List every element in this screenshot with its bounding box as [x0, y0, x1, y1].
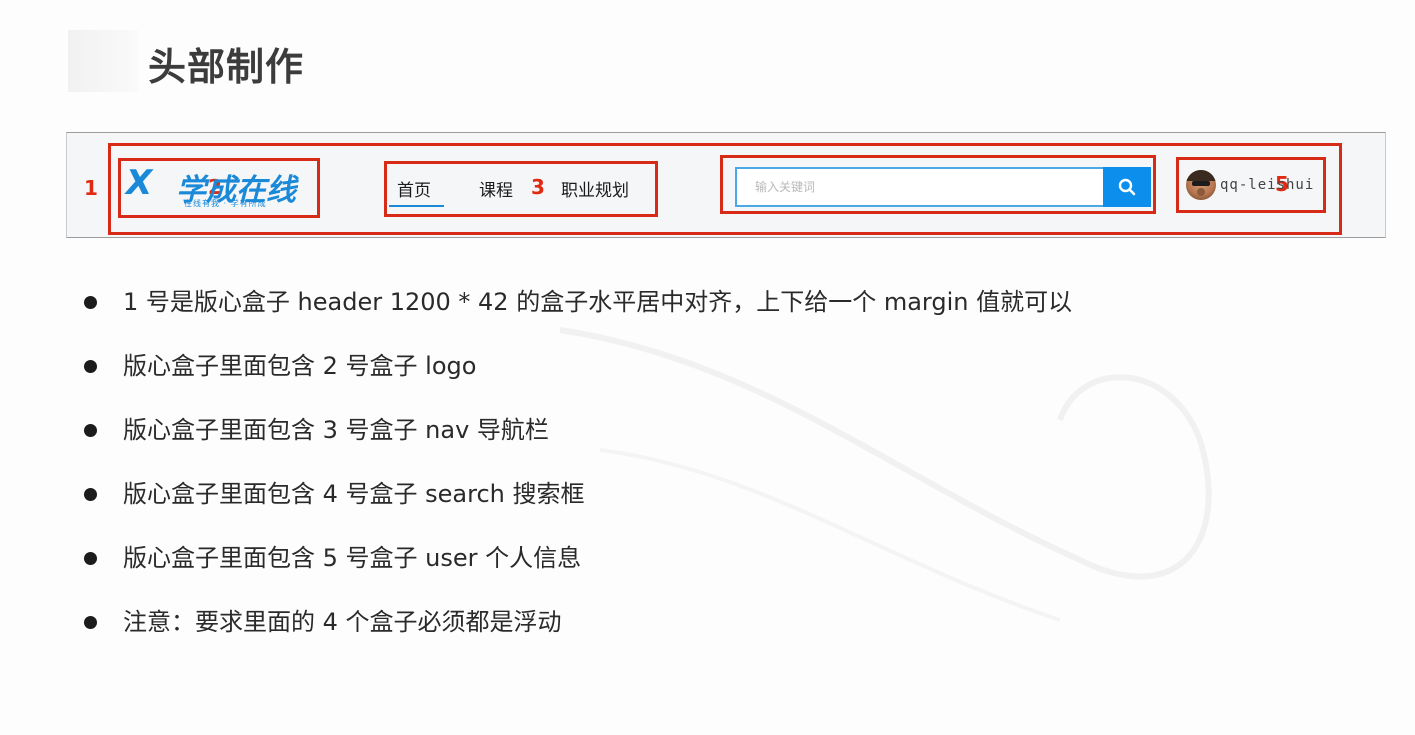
nav-item-career[interactable]: 职业规划 — [561, 176, 629, 201]
bullet-dot — [84, 296, 97, 309]
search-button[interactable] — [1103, 167, 1151, 207]
user-name[interactable]: qq-leishui — [1220, 177, 1314, 193]
bullet-text: 版心盒子里面包含 5 号盒子 user 个人信息 — [123, 544, 582, 572]
bullet-text: 注意：要求里面的 4 个盒子必须都是浮动 — [123, 608, 562, 636]
bullet-text: 版心盒子里面包含 4 号盒子 search 搜索框 — [123, 480, 585, 508]
nav-item-courses[interactable]: 课程 — [479, 176, 513, 201]
title-accent-block — [68, 30, 138, 92]
avatar[interactable] — [1186, 170, 1216, 200]
bullet-dot — [84, 488, 97, 501]
search-input[interactable]: 输入关键词 — [735, 167, 1103, 207]
list-item: 1 号是版心盒子 header 1200 * 42 的盒子水平居中对齐，上下给一… — [84, 282, 1072, 346]
bullet-text: 版心盒子里面包含 3 号盒子 nav 导航栏 — [123, 416, 549, 444]
list-item: 注意：要求里面的 4 个盒子必须都是浮动 — [84, 602, 1072, 666]
page-title: 头部制作 — [148, 45, 305, 89]
list-item: 版心盒子里面包含 2 号盒子 logo — [84, 346, 1072, 410]
label-1: 1 — [84, 176, 98, 200]
list-item: 版心盒子里面包含 3 号盒子 nav 导航栏 — [84, 410, 1072, 474]
bullet-text: 版心盒子里面包含 2 号盒子 logo — [123, 352, 477, 380]
logo[interactable]: X 学成在线 在线有我 · 学有所成 — [126, 161, 318, 213]
logo-slogan: 在线有我 · 学有所成 — [184, 199, 267, 208]
bullet-dot — [84, 552, 97, 565]
bullet-list: 1 号是版心盒子 header 1200 * 42 的盒子水平居中对齐，上下给一… — [84, 282, 1072, 666]
list-item: 版心盒子里面包含 4 号盒子 search 搜索框 — [84, 474, 1072, 538]
logo-mark: X — [126, 163, 153, 203]
label-3: 3 — [531, 175, 545, 199]
bullet-dot — [84, 424, 97, 437]
nav-active-underline — [389, 205, 444, 207]
nav-item-home[interactable]: 首页 — [397, 176, 431, 201]
bullet-text: 1 号是版心盒子 header 1200 * 42 的盒子水平居中对齐，上下给一… — [123, 288, 1073, 316]
bullet-dot — [84, 616, 97, 629]
search-icon — [1118, 178, 1136, 196]
avatar-image — [1186, 170, 1216, 196]
list-item: 版心盒子里面包含 5 号盒子 user 个人信息 — [84, 538, 1072, 602]
bullet-dot — [84, 360, 97, 373]
